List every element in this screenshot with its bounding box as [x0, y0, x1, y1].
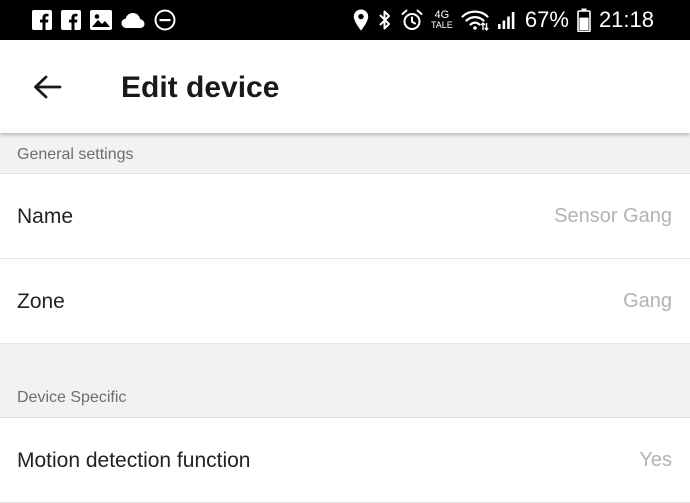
notification-icons	[32, 9, 185, 31]
setting-label: Zone	[17, 290, 65, 313]
network-type-label: 4G TALE	[431, 10, 453, 30]
battery-icon	[577, 8, 591, 32]
back-arrow-icon	[34, 75, 62, 99]
setting-value: Sensor Gang	[554, 205, 672, 227]
back-button[interactable]	[25, 65, 69, 109]
page-title: Edit device	[121, 71, 280, 104]
signal-icon	[497, 12, 515, 29]
setting-value: Gang	[623, 290, 672, 312]
do-not-disturb-icon	[154, 9, 176, 31]
facebook-icon	[61, 10, 81, 30]
battery-percentage: 67%	[524, 7, 569, 32]
wifi-icon	[461, 10, 489, 31]
image-icon	[90, 10, 112, 30]
status-bar: 4G TALE 67% 21:18	[0, 0, 690, 40]
setting-value: Yes	[639, 449, 672, 471]
section-header-general: General settings	[0, 133, 690, 174]
app-bar: Edit device	[0, 40, 690, 133]
system-icons: 4G TALE 67% 21:18	[345, 7, 654, 33]
clock: 21:18	[598, 7, 654, 32]
setting-row-name[interactable]: Name Sensor Gang	[0, 174, 690, 259]
setting-label: Name	[17, 205, 74, 228]
setting-label: Motion detection function	[17, 449, 251, 472]
bluetooth-icon	[379, 10, 390, 30]
cloud-icon	[121, 13, 145, 28]
location-icon	[353, 9, 369, 31]
settings-list: General settings Name Sensor Gang Zone G…	[0, 133, 690, 503]
network-sub-label: TALE	[430, 20, 453, 30]
facebook-icon	[32, 10, 52, 30]
setting-row-zone[interactable]: Zone Gang	[0, 259, 690, 344]
section-header-device-specific: Device Specific	[0, 344, 690, 418]
setting-row-motion-detection[interactable]: Motion detection function Yes	[0, 418, 690, 503]
alarm-icon	[401, 9, 423, 30]
